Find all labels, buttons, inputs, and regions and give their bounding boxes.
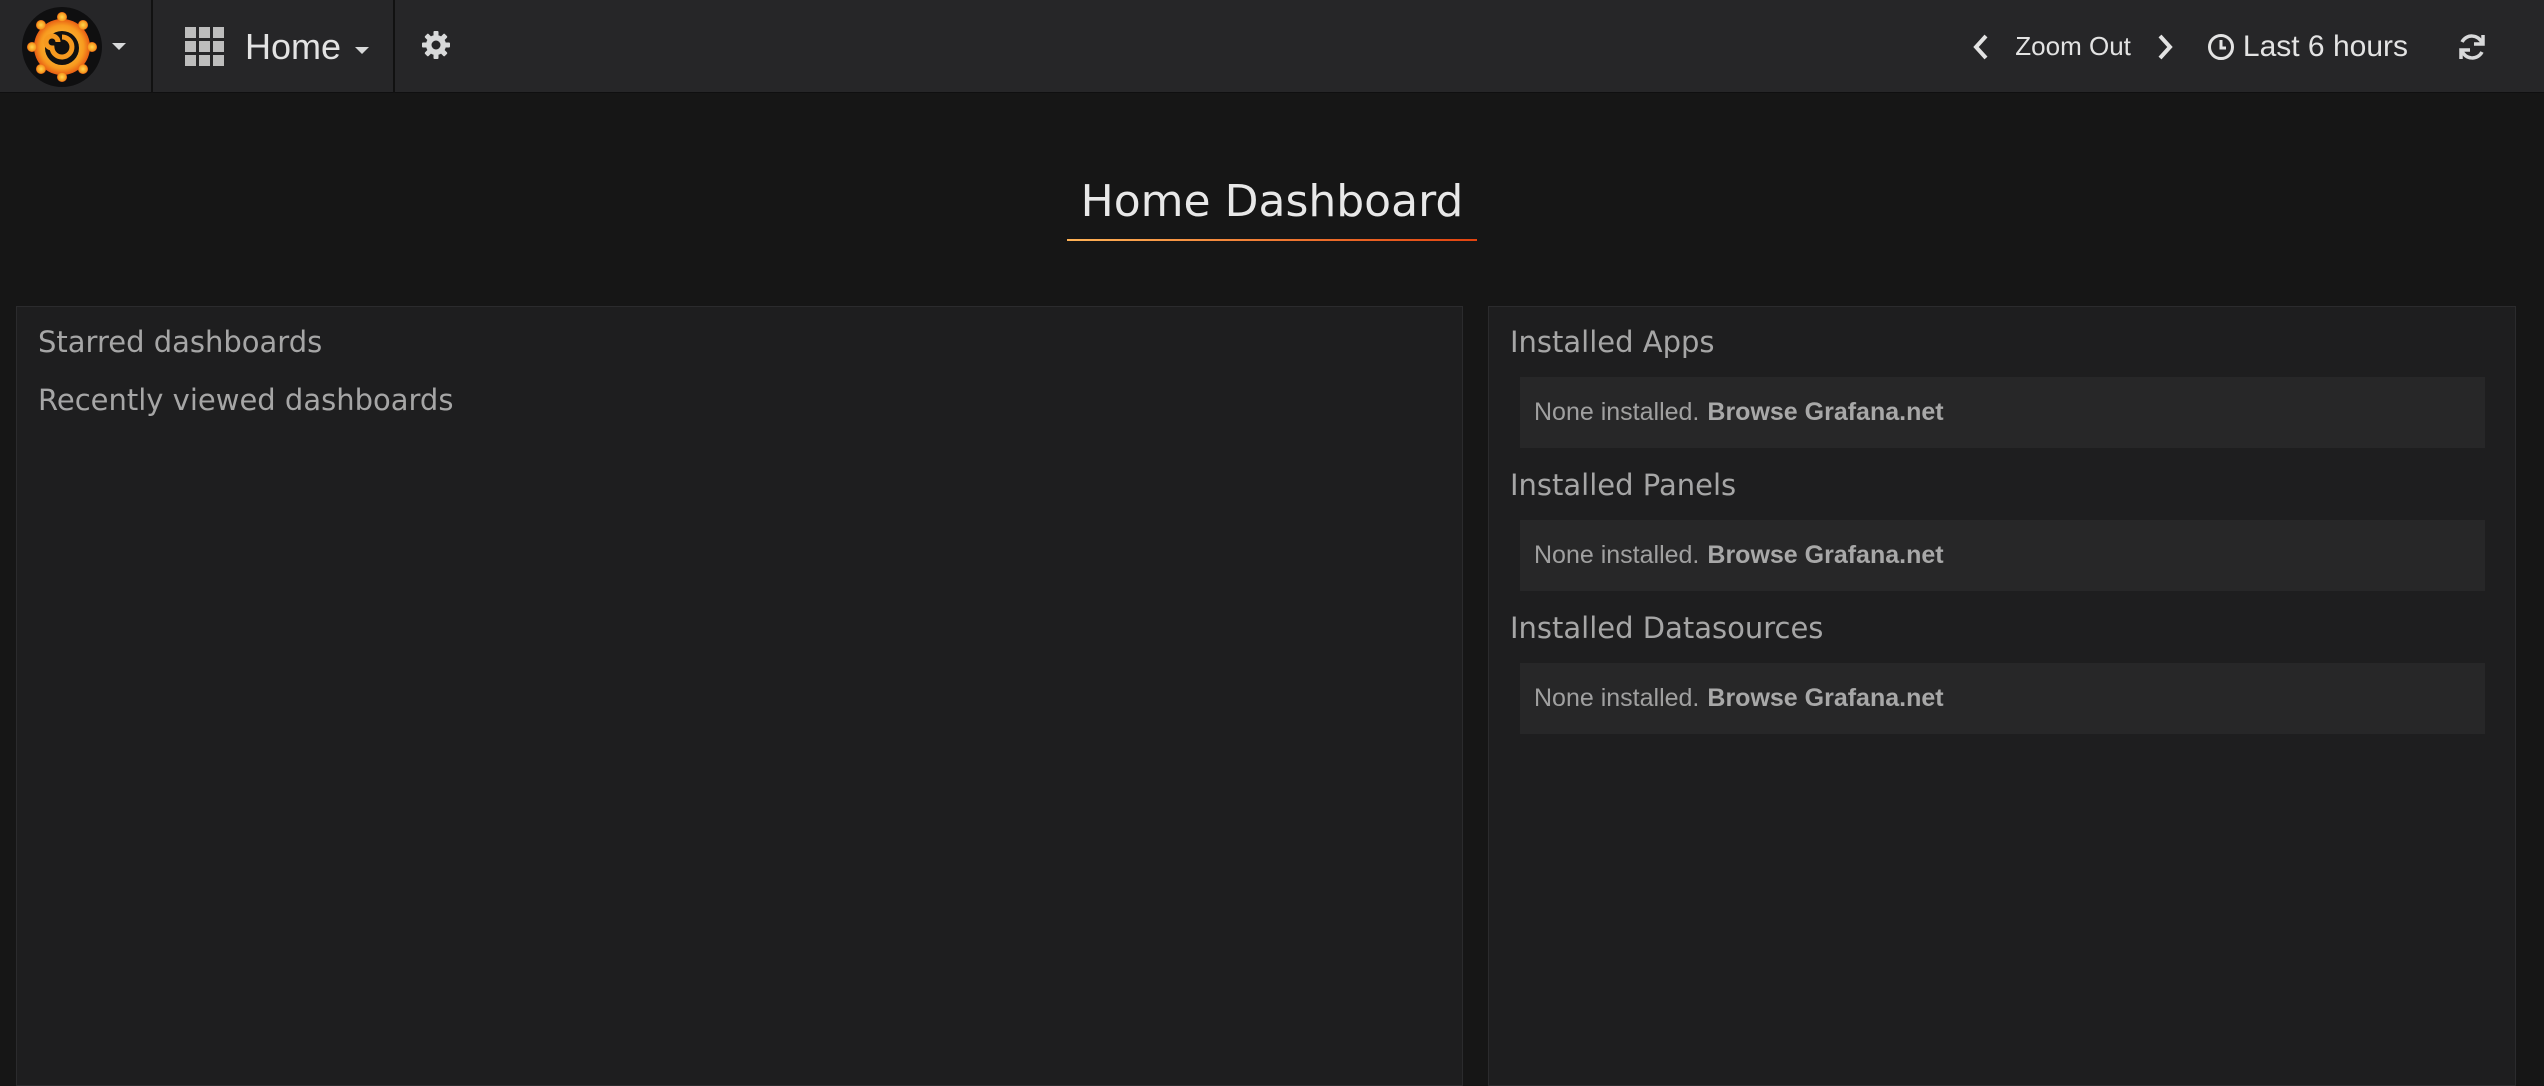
clock-icon (2207, 33, 2234, 60)
dashboard-grid-icon (185, 26, 224, 66)
dashboard-settings-button[interactable] (416, 20, 456, 70)
browse-datasources-link[interactable]: Browse Grafana.net (1707, 684, 1943, 713)
time-range-label: Last 6 hours (2242, 29, 2408, 63)
zoom-out-button[interactable]: Zoom Out (2015, 31, 2131, 62)
installed-datasources-heading: Installed Datasources (1510, 611, 1824, 645)
apps-empty-text: None installed. (1534, 398, 1700, 426)
apps-empty-row: None installed. Browse Grafana.net (1520, 377, 2485, 448)
installed-apps-section: Installed Apps None installed. Browse Gr… (1489, 325, 2515, 448)
installed-panels-section: Installed Panels None installed. Browse … (1489, 468, 2515, 591)
plugin-list-panel: Installed Apps None installed. Browse Gr… (1488, 306, 2516, 1086)
time-shift-back-button[interactable] (1961, 17, 2001, 77)
panels-empty-text: None installed. (1534, 541, 1700, 569)
datasources-empty-row: None installed. Browse Grafana.net (1520, 663, 2485, 734)
gear-icon (422, 31, 450, 59)
panels-empty-row: None installed. Browse Grafana.net (1520, 520, 2485, 591)
recent-dashboards-heading: Recently viewed dashboards (38, 383, 454, 417)
chevron-down-icon (112, 43, 126, 50)
grafana-logo-icon (22, 6, 102, 87)
dashboard-title-row: Home Dashboard (0, 176, 2544, 241)
starred-dashboards-heading: Starred dashboards (38, 325, 323, 359)
top-navbar: Home Zoom Out Last 6 hours (0, 0, 2544, 93)
browse-apps-link[interactable]: Browse Grafana.net (1707, 398, 1943, 427)
grafana-menu-button[interactable] (0, 0, 153, 93)
installed-panels-heading: Installed Panels (1510, 468, 1737, 502)
chevron-left-icon (1973, 34, 1988, 59)
installed-datasources-section: Installed Datasources None installed. Br… (1489, 611, 2515, 734)
installed-apps-heading: Installed Apps (1510, 325, 1715, 359)
dashboard-list-panel: Starred dashboards Recently viewed dashb… (16, 306, 1463, 1086)
time-controls: Zoom Out Last 6 hours (1961, 0, 2544, 93)
time-range-picker[interactable]: Last 6 hours (2207, 30, 2408, 64)
browse-panels-link[interactable]: Browse Grafana.net (1707, 541, 1943, 570)
chevron-right-icon (2158, 34, 2173, 59)
datasources-empty-text: None installed. (1534, 684, 1700, 712)
time-shift-forward-button[interactable] (2145, 17, 2185, 77)
refresh-icon (2459, 33, 2485, 60)
chevron-down-icon (355, 47, 370, 54)
dashboard-picker[interactable]: Home (155, 0, 395, 93)
home-label: Home (245, 25, 342, 67)
page-title: Home Dashboard (1066, 176, 1478, 241)
refresh-button[interactable] (2442, 17, 2502, 77)
